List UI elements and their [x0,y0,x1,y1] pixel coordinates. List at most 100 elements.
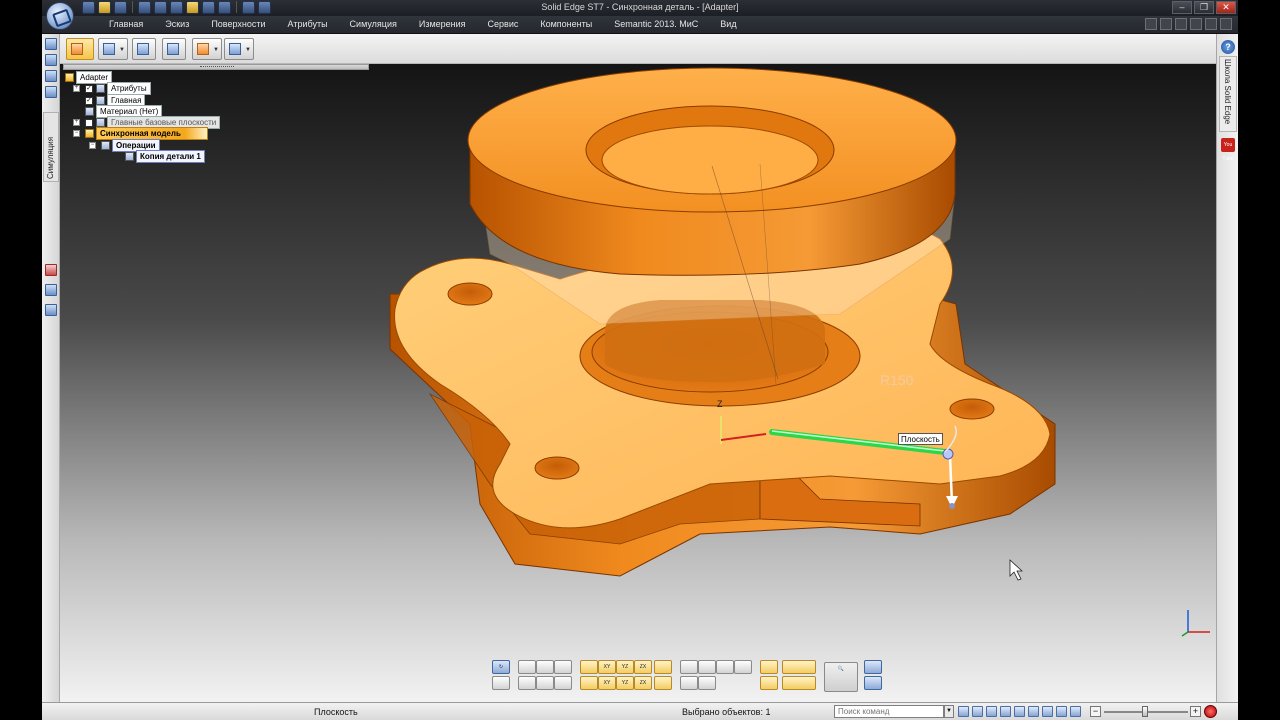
tree-item-base-planes[interactable]: + Главные базовые плоскости [73,116,221,129]
expand-icon[interactable]: + [73,119,80,127]
style-icon[interactable] [1145,18,1157,30]
zoom-window-icon[interactable] [986,706,997,717]
record-icon[interactable] [1204,705,1217,718]
spin-status-icon[interactable] [1042,706,1053,717]
wireframe-icon[interactable] [716,660,734,674]
tree-item-operations[interactable]: − Операции [89,139,160,152]
view-zx-bottom[interactable]: ZX [634,676,652,690]
graphics-window[interactable]: R150 Z Плоскость Adapter + ✓ Атрибуты ✓ Гла… [60,64,1216,702]
sketch-view-icon[interactable] [518,676,536,690]
pathfinder-grip[interactable] [63,64,369,70]
search-dropdown-icon[interactable]: ▼ [944,705,954,718]
selection-filter-button[interactable]: ▼ [98,38,128,60]
radius-dimension[interactable]: R150 [880,372,913,388]
zoom-area-icon[interactable] [518,660,536,674]
tab-sketch[interactable]: Эскиз [154,19,200,29]
pan-status-icon[interactable] [1000,706,1011,717]
shaded-icon[interactable] [680,660,698,674]
close-doc-icon[interactable] [1220,18,1232,30]
magnifier-icon[interactable]: 🔍 [824,662,858,692]
zoom-icon[interactable] [972,706,983,717]
restore-doc-icon[interactable] [1205,18,1217,30]
layout-icon[interactable] [1175,18,1187,30]
zoom-slider-thumb[interactable] [1142,706,1148,717]
select-tool-button[interactable] [66,38,94,60]
view-yz-bottom[interactable]: YZ [616,676,634,690]
view-orient-icon[interactable] [1028,706,1039,717]
tree-item-part-copy[interactable]: Копия детали 1 [125,150,205,163]
view-zx-top[interactable]: ZX [634,660,652,674]
tree-item-synchronous-model[interactable]: − Синхронная модель [73,127,208,140]
window-icon[interactable] [864,676,882,690]
sensors-icon[interactable] [45,264,57,276]
sketch-status-icon[interactable] [1070,706,1081,717]
clip-view-icon[interactable] [760,676,778,690]
fit-icon[interactable] [554,660,572,674]
body-select-button[interactable] [162,38,186,60]
family-of-parts-icon[interactable] [45,86,57,98]
view-cube-icon[interactable] [654,660,672,674]
expand-icon[interactable]: + [73,85,80,93]
application-menu-button[interactable] [42,0,78,32]
tab-school-solid-edge[interactable]: Школа Solid Edge [1219,56,1237,132]
display-options-button[interactable]: ▼ [224,38,254,60]
section-view-icon[interactable] [760,660,778,674]
visible-edges-icon[interactable] [680,676,698,690]
command-search-input[interactable] [834,705,944,718]
look-at-icon[interactable] [554,676,572,690]
tree-item-main[interactable]: ✓ Главная [73,94,146,107]
restore-button[interactable]: ❐ [1194,1,1214,14]
tab-simulation[interactable]: Симуляция [339,19,408,29]
spin-icon[interactable] [536,676,554,690]
collapse-icon[interactable]: − [73,130,80,138]
tab-attributes[interactable]: Атрибуты [277,19,339,29]
face-select-button[interactable] [132,38,156,60]
tab-measure[interactable]: Измерения [408,19,477,29]
checkbox[interactable]: ✓ [85,84,93,93]
youtube-icon[interactable]: You Tube [1221,138,1235,162]
tree-item-attributes[interactable]: + ✓ Атрибуты [73,82,151,95]
named-views-icon[interactable] [654,676,672,690]
tab-simulation-panel[interactable]: Симуляция [43,112,59,182]
perspective-icon[interactable] [734,660,752,674]
zoom-in-icon[interactable]: + [1190,706,1201,717]
dimetric-view-icon[interactable] [580,676,598,690]
help-icon[interactable]: ? [1221,40,1235,54]
tab-semantic[interactable]: Semantic 2013. MиC [603,19,709,29]
pan-icon[interactable] [536,660,554,674]
minimize-button[interactable]: – [1172,1,1192,14]
rotate-view-icon[interactable]: ↻ [492,660,510,674]
rotate-status-icon[interactable] [1014,706,1025,717]
tree-item-material[interactable]: Материал (Нет) [85,105,163,118]
view-xy-top[interactable]: XY [598,660,616,674]
layers-icon[interactable] [45,54,57,66]
iso-view-icon[interactable] [580,660,598,674]
library-icon[interactable] [45,284,57,296]
feature-library-icon[interactable] [45,70,57,82]
relations-display-icon[interactable] [782,676,816,690]
hidden-edges-icon[interactable] [698,676,716,690]
shaded-edges-icon[interactable] [698,660,716,674]
tab-tools[interactable]: Сервис [477,19,530,29]
collapse-icon[interactable]: − [89,142,96,150]
tab-surfaces[interactable]: Поверхности [200,19,276,29]
minimize-ribbon-icon[interactable] [1190,18,1202,30]
options-icon[interactable] [1160,18,1172,30]
pathfinder-icon[interactable] [45,38,57,50]
save-view-icon[interactable] [492,676,510,690]
tab-components[interactable]: Компоненты [529,19,603,29]
view-yz-top[interactable]: YZ [616,660,634,674]
zoom-out-icon[interactable]: − [1090,706,1101,717]
teamcenter-icon[interactable] [45,304,57,316]
checkbox[interactable]: ✓ [85,96,93,105]
view-xy-bottom[interactable]: XY [598,676,616,690]
previous-view-icon[interactable] [1056,706,1067,717]
dimension-display-icon[interactable] [782,660,816,674]
layout-grid-icon[interactable] [864,660,882,674]
fit-view-icon[interactable] [958,706,969,717]
tab-view[interactable]: Вид [709,19,747,29]
checkbox[interactable] [85,118,93,127]
close-button[interactable]: ✕ [1216,1,1236,14]
tab-home[interactable]: Главная [98,19,154,29]
relations-button[interactable]: ▼ [192,38,222,60]
